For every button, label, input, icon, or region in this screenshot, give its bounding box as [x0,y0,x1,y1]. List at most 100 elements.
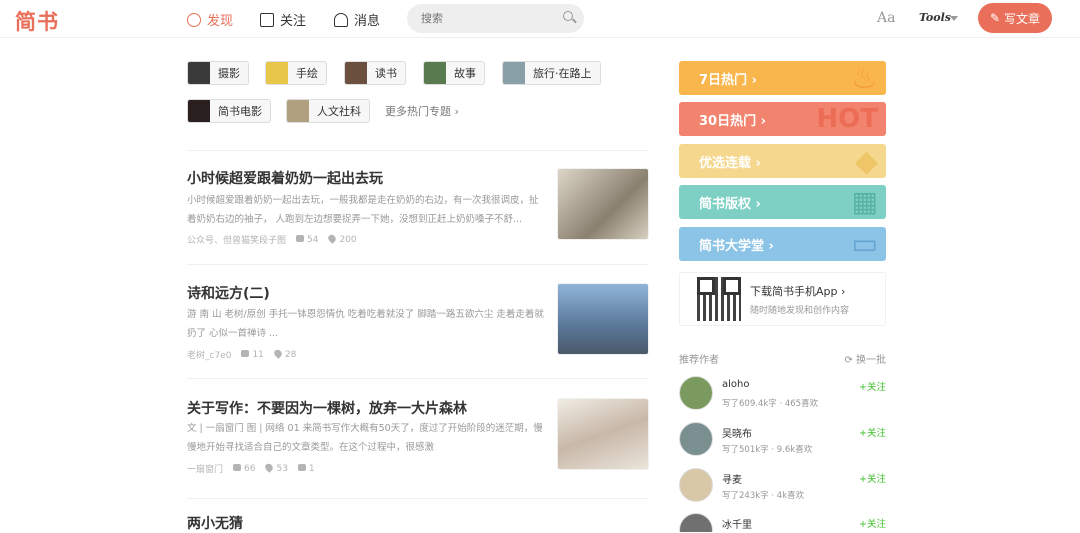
follow-button[interactable]: +关注 [859,379,886,393]
article-title[interactable]: 关于写作：不要因为一棵树，放弃一大片森林 [187,398,467,418]
article-item[interactable]: 诗和远方(二) 游 南 山 老树/原创 手托一钵恩怨情仇 吃着吃着就没了 脚踏一… [187,264,649,378]
topic-label: 摄影 [218,67,240,80]
diamond-icon: ◆ [854,144,878,178]
avatar[interactable] [679,376,713,410]
font-toggle[interactable]: Aa [877,10,895,26]
banner-label: 7日热门 › [699,72,757,88]
author-stats: 写了243k字 · 4k喜欢 [722,491,805,501]
author-name[interactable]: 冰千里 [722,516,752,531]
refresh-authors-button[interactable]: ⟳ 换一批 [844,351,886,366]
author-stats: 写了501k字 · 9.6k喜欢 [722,445,813,455]
article-thumbnail[interactable] [557,168,649,240]
banner-university[interactable]: 简书大学堂 › ▭ [679,227,886,261]
nav-messages[interactable]: 消息 [334,10,380,29]
banner-7day-hot[interactable]: 7日热门 › ♨ [679,61,886,95]
topic-tag[interactable]: 人文社科 [286,99,370,123]
flame-icon: ♨ [851,61,878,95]
banner-label: 30日热门 › [699,113,766,129]
recommend-header: 推荐作者 ⟳ 换一批 [679,351,886,366]
topic-tag[interactable]: 摄影 [187,61,249,85]
article-meta: 一扇窗门 66 53 1 [187,462,315,476]
chevron-down-icon[interactable] [950,16,958,21]
comment-count[interactable]: 66 [233,464,255,474]
article-abstract: 文 | 一扇窗门 图 | 网络 01 来简书写作大概有50天了，度过了开始阶段的… [187,423,543,453]
topic-tag[interactable]: 简书电影 [187,99,271,123]
search-icon[interactable] [563,11,573,21]
more-topics-link[interactable]: 更多热门专题 › [385,103,459,119]
topic-thumb [503,62,525,84]
author-item[interactable]: 寻麦 写了243k字 · 4k喜欢 +关注 [679,468,886,508]
topic-thumb [266,62,288,84]
comment-count[interactable]: 54 [296,235,318,245]
nav-follow[interactable]: 关注 [260,10,306,29]
article-thumbnail[interactable] [557,283,649,355]
app-download-subtitle: 随时随地发现和创作内容 [750,306,850,316]
film-icon: ▦ [851,185,878,218]
article-title[interactable]: 诗和远方(二) [187,283,270,303]
nav-follow-label: 关注 [280,14,307,29]
topic-thumb [424,62,446,84]
follow-button[interactable]: +关注 [859,516,886,530]
refresh-label: 换一批 [856,355,886,366]
top-navbar: 简书 发现 关注 消息 Aa Tools ✎ 写文章 [0,0,1080,38]
write-article-label: 写文章 [1004,11,1041,26]
compass-icon [187,12,201,27]
follow-button[interactable]: +关注 [859,471,886,485]
article-title[interactable]: 两小无猜 [187,513,243,533]
author-stats: 写了609.4k字 · 465喜欢 [722,399,819,409]
article-item[interactable]: 关于写作：不要因为一棵树，放弃一大片森林 文 | 一扇窗门 图 | 网络 01 … [187,378,649,498]
comment-count[interactable]: 11 [241,350,263,360]
banner-copyright[interactable]: 简书版权 › ▦ [679,185,886,219]
recommend-title: 推荐作者 [679,355,719,366]
article-abstract: 小时候超爱跟着奶奶一起出去玩，一般我都是走在奶奶的右边，有一次我很调皮，扯着奶奶… [187,195,539,225]
article-meta: 公众号、但曾猫笑段子图 54 200 [187,233,357,247]
reward-count: 1 [298,464,315,474]
follow-button[interactable]: +关注 [859,425,886,439]
topic-tag[interactable]: 读书 [344,61,406,85]
avatar[interactable] [679,513,713,532]
tools-menu[interactable]: Tools [919,11,951,24]
author-name[interactable]: aloho [722,379,749,390]
screen-icon: ▭ [851,227,878,260]
topic-label: 简书电影 [218,105,262,118]
topic-thumb [188,62,210,84]
like-count: 28 [274,350,296,360]
author-item[interactable]: aloho 写了609.4k字 · 465喜欢 +关注 [679,376,886,416]
nav-discover[interactable]: 发现 [187,10,233,29]
avatar[interactable] [679,468,713,502]
article-abstract: 游 南 山 老树/原创 手托一钵恩怨情仇 吃着吃着就没了 脚踏一路五欲六尘 走着… [187,309,544,339]
banner-30day-hot[interactable]: 30日热门 › HOT [679,102,886,136]
article-item[interactable]: 两小无猜 [187,498,649,532]
jianshu-logo[interactable]: 简书 [15,6,59,36]
banner-label: 简书大学堂 › [699,238,774,254]
nav-messages-label: 消息 [354,14,381,29]
topic-thumb [345,62,367,84]
author-name[interactable]: 吴晓布 [722,425,752,440]
follow-icon [260,12,274,27]
author-item[interactable]: 冰千里 +关注 [679,513,886,532]
topic-label: 读书 [375,67,397,80]
article-title[interactable]: 小时候超爱跟着奶奶一起出去玩 [187,168,383,188]
nav-discover-label: 发现 [207,14,234,29]
search-input[interactable] [407,4,584,33]
article-author[interactable]: 公众号、但曾猫笑段子图 [187,233,286,246]
author-name[interactable]: 寻麦 [722,471,742,486]
topic-label: 故事 [454,67,476,80]
topic-tag[interactable]: 手绘 [265,61,327,85]
topic-tag[interactable]: 旅行·在路上 [502,61,601,85]
topic-tag[interactable]: 故事 [423,61,485,85]
avatar[interactable] [679,422,713,456]
app-download[interactable]: 下载简书手机App › 随时随地发现和创作内容 [679,272,886,326]
article-author[interactable]: 一扇窗门 [187,462,223,475]
pen-icon: ✎ [989,11,1001,25]
author-item[interactable]: 吴晓布 写了501k字 · 9.6k喜欢 +关注 [679,422,886,462]
banner-label: 优选连载 › [699,155,761,171]
banner-label: 简书版权 › [699,196,761,212]
article-thumbnail[interactable] [557,398,649,470]
article-item[interactable]: 小时候超爱跟着奶奶一起出去玩 小时候超爱跟着奶奶一起出去玩，一般我都是走在奶奶的… [187,150,649,264]
article-author[interactable]: 老树_c7e0 [187,348,231,361]
app-download-title[interactable]: 下载简书手机App › [750,283,845,299]
hot-icon: HOT [816,104,878,134]
write-article-button[interactable]: ✎ 写文章 [978,3,1052,33]
banner-serial[interactable]: 优选连载 › ◆ [679,144,886,178]
